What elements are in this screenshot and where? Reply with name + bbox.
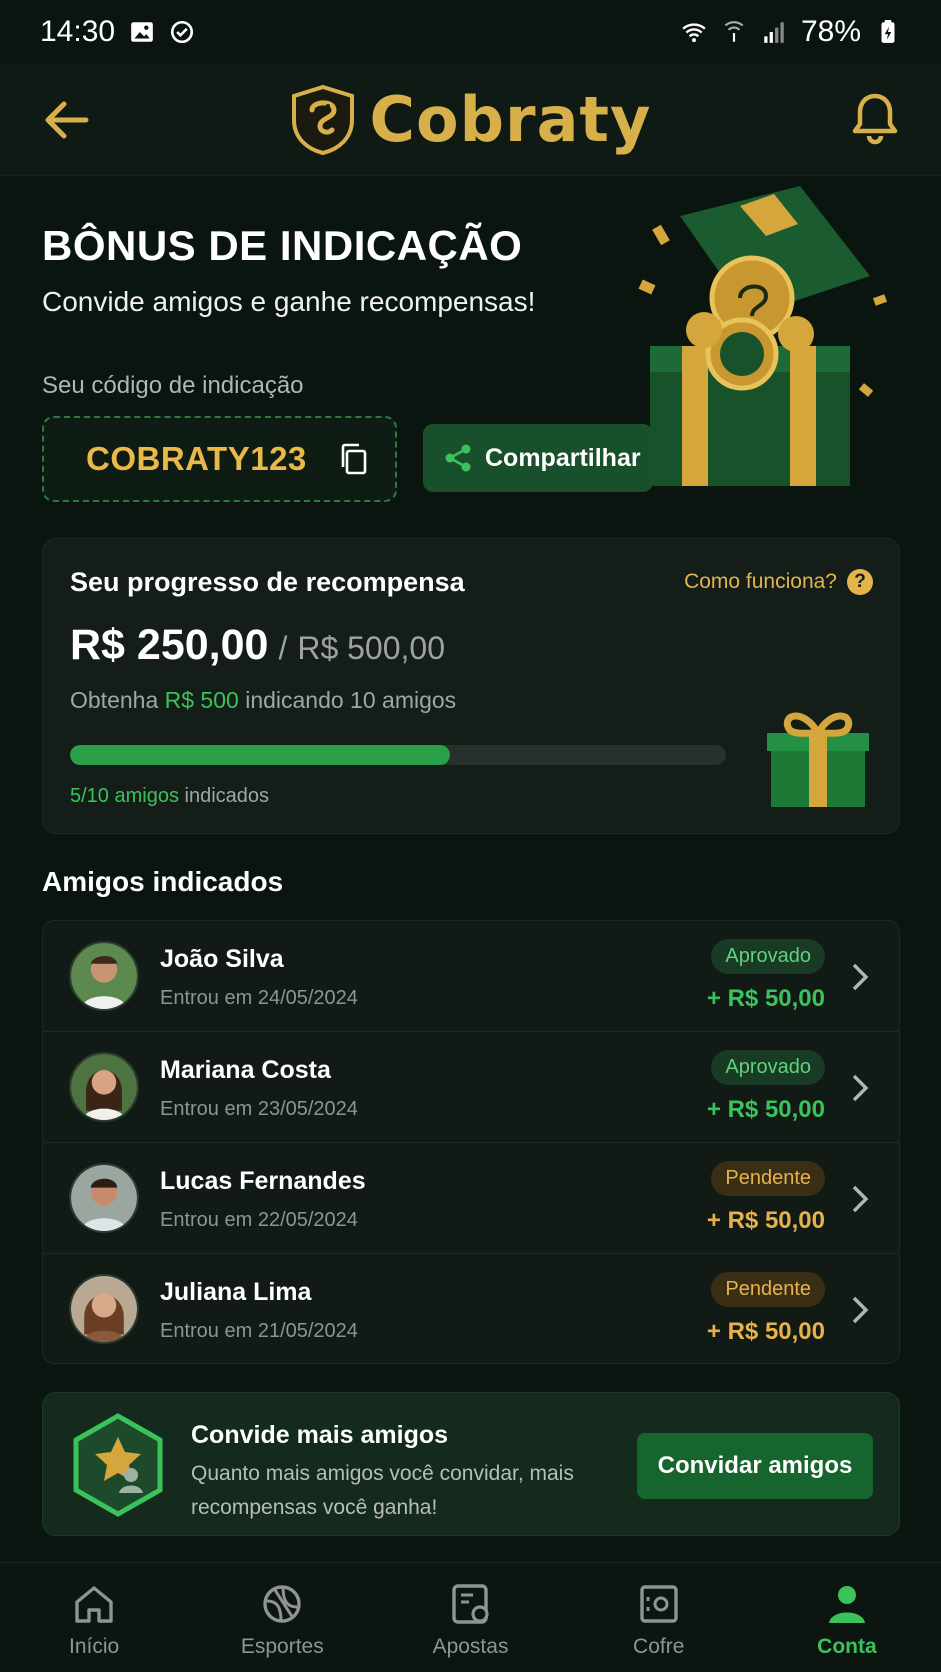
friend-row[interactable]: João Silva Entrou em 24/05/2024 Aprovado…: [43, 921, 899, 1032]
avatar: [69, 941, 139, 1011]
status-badge: Pendente: [711, 1161, 825, 1196]
friend-name: Mariana Costa: [160, 1056, 331, 1084]
battery-icon: [881, 20, 895, 43]
friend-joined-date: Entrou em 21/05/2024: [160, 1320, 358, 1342]
progress-count: 5/10 amigos indicados: [70, 785, 269, 808]
gift-box-illustration: [638, 186, 888, 486]
nav-item-home[interactable]: Início: [0, 1563, 188, 1672]
count-highlight: 5/10 amigos: [70, 785, 179, 807]
avatar: [69, 1052, 139, 1122]
help-icon: ?: [847, 569, 873, 595]
status-time: 14:30: [40, 15, 116, 48]
invite-friends-button[interactable]: Convidar amigos: [637, 1433, 873, 1499]
friend-row[interactable]: Lucas Fernandes Entrou em 22/05/2024 Pen…: [43, 1143, 899, 1254]
app-bar: Cobraty: [0, 64, 941, 176]
nav-label: Cofre: [633, 1635, 685, 1658]
chevron-right-icon: [852, 1074, 869, 1102]
friend-joined-date: Entrou em 22/05/2024: [160, 1209, 358, 1231]
friend-row[interactable]: Mariana Costa Entrou em 23/05/2024 Aprov…: [43, 1032, 899, 1143]
page-title: BÔNUS DE INDICAÇÃO: [42, 222, 523, 269]
reward-progress-card: Seu progresso de recompensa Como funcion…: [42, 538, 900, 834]
friend-name: Lucas Fernandes: [160, 1167, 366, 1195]
gift-icon: [767, 712, 869, 807]
share-button[interactable]: Compartilhar: [423, 424, 653, 492]
friend-reward: + R$ 50,00: [706, 1096, 825, 1123]
nav-item-sports[interactable]: Esportes: [188, 1563, 376, 1672]
status-badge: Aprovado: [711, 1050, 825, 1085]
share-icon: [445, 444, 471, 472]
friends-section-title: Amigos indicados: [42, 866, 284, 897]
brand-logo: Cobraty: [290, 83, 652, 156]
gallery-icon: [131, 22, 153, 42]
battery-percent: 78%: [800, 15, 861, 48]
nav-item-account[interactable]: Conta: [753, 1563, 941, 1672]
star-badge-icon: [73, 1413, 163, 1517]
avatar: [69, 1163, 139, 1233]
status-bar: 14:30 78%: [0, 0, 941, 64]
safe-icon: [640, 1585, 678, 1623]
avatar: [69, 1274, 139, 1344]
page-subtitle: Convide amigos e ganhe recompensas!: [42, 286, 536, 317]
chevron-right-icon: [852, 1185, 869, 1213]
home-icon: [75, 1586, 113, 1623]
friend-reward: + R$ 50,00: [706, 1318, 825, 1345]
desc-suffix: indicando 10 amigos: [245, 687, 457, 713]
referral-code-box[interactable]: COBRATY123: [42, 416, 397, 502]
friend-reward: + R$ 50,00: [706, 1207, 825, 1234]
invite-more-card: Convide mais amigos Quanto mais amigos v…: [42, 1392, 900, 1536]
check-circle-icon: [171, 20, 194, 44]
back-arrow-icon[interactable]: [40, 96, 92, 144]
nav-item-safe[interactable]: Cofre: [565, 1563, 753, 1672]
nav-label: Apostas: [432, 1635, 509, 1658]
how-it-works-label: Como funciona?: [684, 570, 837, 593]
cobra-shield-icon: [291, 84, 354, 155]
progress-title: Seu progresso de recompensa: [70, 567, 465, 597]
progress-bar-fill: [70, 745, 451, 765]
account-icon: [828, 1586, 865, 1623]
invite-title: Convide mais amigos: [191, 1421, 449, 1449]
status-badge: Pendente: [711, 1272, 825, 1307]
brand-name: Cobraty: [369, 83, 652, 156]
progress-bar: [70, 745, 726, 765]
progress-amount: R$ 250,00 / R$ 500,00: [70, 621, 445, 670]
wifi-icon: [682, 23, 706, 43]
friend-name: Juliana Lima: [160, 1278, 312, 1306]
count-suffix: indicados: [184, 785, 270, 807]
bell-icon[interactable]: [849, 90, 901, 146]
nav-label: Esportes: [240, 1635, 324, 1658]
current-amount: R$ 250,00: [70, 621, 269, 669]
desc-prefix: Obtenha: [70, 687, 159, 713]
sports-ball-icon: [263, 1585, 301, 1623]
chevron-right-icon: [852, 1296, 869, 1324]
nav-label: Início: [69, 1635, 120, 1658]
friend-row[interactable]: Juliana Lima Entrou em 21/05/2024 Penden…: [43, 1254, 899, 1363]
desc-amount: R$ 500: [164, 687, 239, 713]
nav-label: Conta: [817, 1635, 877, 1658]
friend-joined-date: Entrou em 23/05/2024: [160, 1098, 358, 1120]
how-it-works-link[interactable]: Como funciona? ?: [684, 569, 873, 595]
status-badge: Aprovado: [711, 939, 825, 974]
friend-joined-date: Entrou em 24/05/2024: [160, 987, 358, 1009]
mobile-data-icon: [724, 21, 744, 42]
bottom-navigation: Início Esportes Apostas Cofre Conta: [0, 1562, 941, 1672]
referral-code: COBRATY123: [86, 440, 307, 477]
progress-description: Obtenha R$ 500 indicando 10 amigos: [70, 687, 456, 714]
bets-ticket-icon: [451, 1584, 489, 1624]
referral-code-label: Seu código de indicação: [42, 372, 304, 399]
invite-description: Quanto mais amigos você convidar, mais r…: [191, 1462, 574, 1519]
target-amount: R$ 500,00: [297, 630, 445, 666]
signal-icon: [764, 22, 784, 43]
amount-separator: /: [278, 630, 288, 666]
nav-item-bets[interactable]: Apostas: [376, 1563, 564, 1672]
referral-hero: BÔNUS DE INDICAÇÃO Convide amigos e ganh…: [0, 176, 941, 526]
copy-icon[interactable]: [337, 442, 371, 476]
chevron-right-icon: [852, 963, 869, 991]
friends-list: João Silva Entrou em 24/05/2024 Aprovado…: [42, 920, 900, 1364]
friend-reward: + R$ 50,00: [706, 985, 825, 1012]
share-label: Compartilhar: [485, 443, 641, 472]
friend-name: João Silva: [160, 945, 284, 973]
